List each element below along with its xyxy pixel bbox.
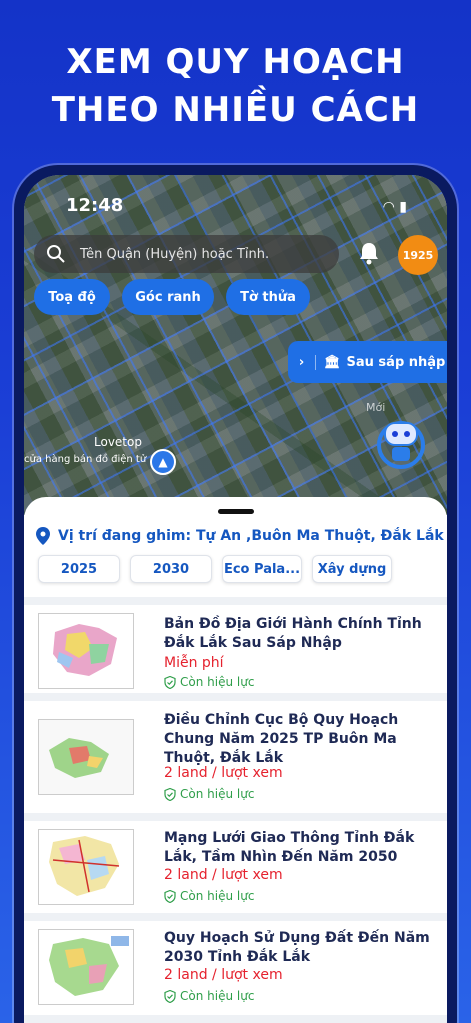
plan-title: Bản Đồ Địa Giới Hành Chính Tỉnh Đắk Lắk … [164,616,422,651]
robot-assistant-icon[interactable] [370,409,432,471]
phone-screen: 12:48 ◠ ▮ Tên Quận (Huyện) hoặc Tỉnh. 19… [24,175,447,1023]
list-item[interactable]: Bản Đồ Địa Giới Hành Chính Tỉnh Đắk Lắk … [24,605,447,693]
bell-icon[interactable] [358,241,380,265]
location-pin-icon [36,527,50,545]
tab-construction[interactable]: Xây dựng [312,555,392,583]
satellite-map[interactable]: 12:48 ◠ ▮ Tên Quận (Huyện) hoặc Tỉnh. 19… [24,175,447,515]
plan-price: Miễn phí [164,655,224,671]
plan-status: Còn hiệu lực [164,675,254,689]
list-item[interactable]: Mạng Lưới Giao Thông Tỉnh Đắk Lắk, Tầm N… [24,821,447,913]
coordinate-filter-button[interactable]: Toạ độ [34,279,110,315]
plan-status-text: Còn hiệu lực [180,675,255,689]
shield-check-icon [164,989,176,1003]
tab-2025[interactable]: 2025 [38,555,120,583]
bottom-sheet: Vị trí đang ghim: Tự An ,Buôn Ma Thuột, … [24,497,447,1023]
plan-status: Còn hiệu lực [164,889,254,903]
promo-headline: XEM QUY HOẠCH THEO NHIỀU CÁCH [0,38,471,134]
list-item[interactable]: Điều Chỉnh Cục Bộ Quy Hoạch Chung Năm 20… [24,701,447,813]
pinned-location-text: Vị trí đang ghim: Tự An ,Buôn Ma Thuột, … [58,528,444,544]
map-thumbnail [38,719,134,795]
map-thumbnail [38,929,134,1005]
corner-filter-button[interactable]: Góc ranh [122,279,214,315]
government-building-icon: 🏛 [324,354,341,370]
navigation-arrow-icon: ▲ [158,455,168,469]
after-merge-button[interactable]: › 🏛 Sau sáp nhập [288,341,447,383]
plan-status-text: Còn hiệu lực [180,889,255,903]
list-item[interactable]: Quy Hoạch Sử Dụng Đất Đến Năm 2030 Tỉnh … [24,921,447,1015]
status-time: 12:48 [66,195,124,216]
plan-price: 2 land / lượt xem [164,867,283,883]
plan-list: Bản Đồ Địa Giới Hành Chính Tỉnh Đắk Lắk … [24,597,447,1023]
map-place-name: Lovetop [94,435,142,449]
tab-eco-palace[interactable]: Eco Pala... [222,555,302,583]
shield-check-icon [164,787,176,801]
map-place-subtitle: cửa hàng bán đồ điện tử [24,454,147,465]
chevron-right-icon: › [288,354,316,370]
pinned-location: Vị trí đang ghim: Tự An ,Buôn Ma Thuột, … [36,527,444,545]
plan-price: 2 land / lượt xem [164,765,283,781]
headline-line-1: XEM QUY HOẠCH [66,42,405,82]
plan-status: Còn hiệu lực [164,787,254,801]
plan-status-text: Còn hiệu lực [180,787,255,801]
plan-title: Điều Chỉnh Cục Bộ Quy Hoạch Chung Năm 20… [164,712,399,766]
shield-check-icon [164,889,176,903]
status-icons: ◠ ▮ [383,199,407,215]
sheet-drag-handle[interactable] [217,509,254,514]
wifi-icon: ◠ [382,199,395,215]
plan-title: Mạng Lưới Giao Thông Tỉnh Đắk Lắk, Tầm N… [164,830,415,865]
search-input[interactable]: Tên Quận (Huyện) hoặc Tỉnh. [80,247,269,262]
plan-price: 2 land / lượt xem [164,967,283,983]
points-badge[interactable]: 1925 [398,235,438,275]
map-thumbnail [38,829,134,905]
plan-status-text: Còn hiệu lực [180,989,255,1003]
shield-check-icon [164,675,176,689]
search-bar[interactable]: Tên Quận (Huyện) hoặc Tỉnh. [34,235,339,273]
after-merge-label: Sau sáp nhập [346,354,446,370]
plan-title: Quy Hoạch Sử Dụng Đất Đến Năm 2030 Tỉnh … [164,930,430,965]
phone-frame: 12:48 ◠ ▮ Tên Quận (Huyện) hoặc Tỉnh. 19… [14,165,457,1023]
plan-status: Còn hiệu lực [164,989,254,1003]
parcel-filter-button[interactable]: Tờ thửa [226,279,310,315]
search-icon [47,245,65,263]
tab-2030[interactable]: 2030 [130,555,212,583]
my-location-button[interactable]: ▲ [150,449,176,475]
battery-icon: ▮ [399,199,407,215]
headline-line-2: THEO NHIỀU CÁCH [51,90,420,130]
map-thumbnail [38,613,134,689]
